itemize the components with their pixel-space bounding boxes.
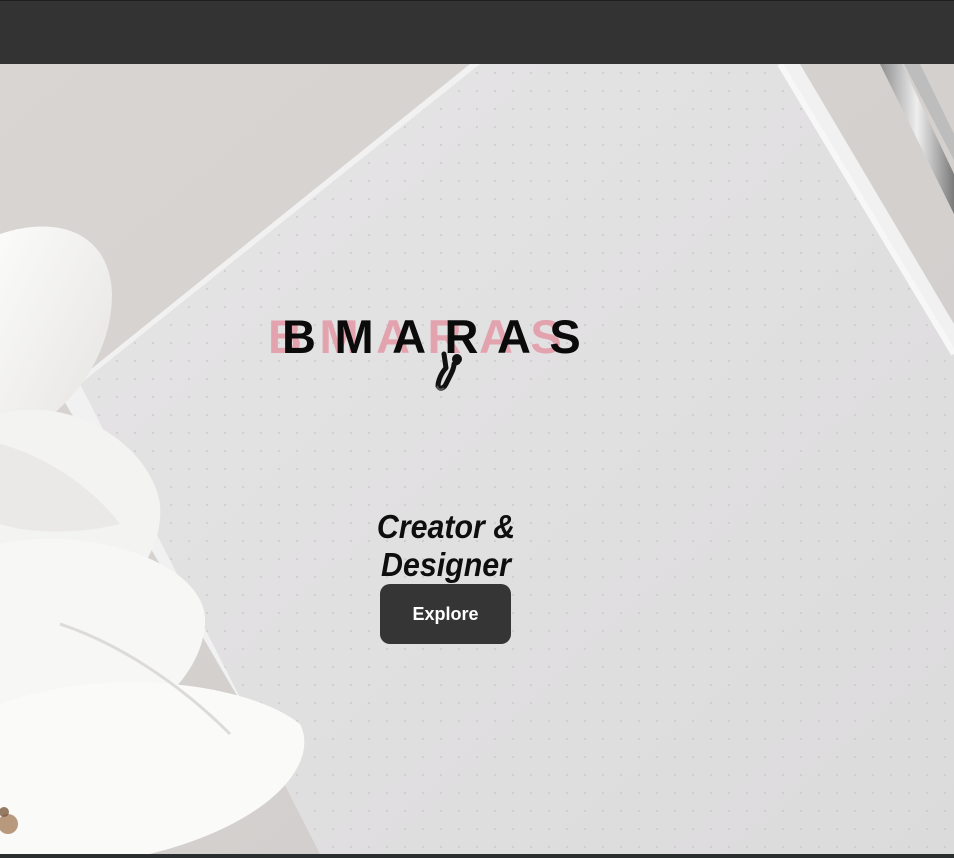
hero-section [0, 64, 954, 854]
climbing-figure-cursor-icon [435, 351, 462, 391]
explore-button[interactable]: Explore [380, 584, 511, 644]
hero-background-image [0, 64, 954, 854]
top-nav-bar [0, 0, 954, 64]
page: BMARAS BMARAS Creator & Designer Explore [0, 0, 954, 858]
bottom-strip [0, 854, 954, 858]
hero-tagline: Creator & Designer [376, 508, 516, 583]
